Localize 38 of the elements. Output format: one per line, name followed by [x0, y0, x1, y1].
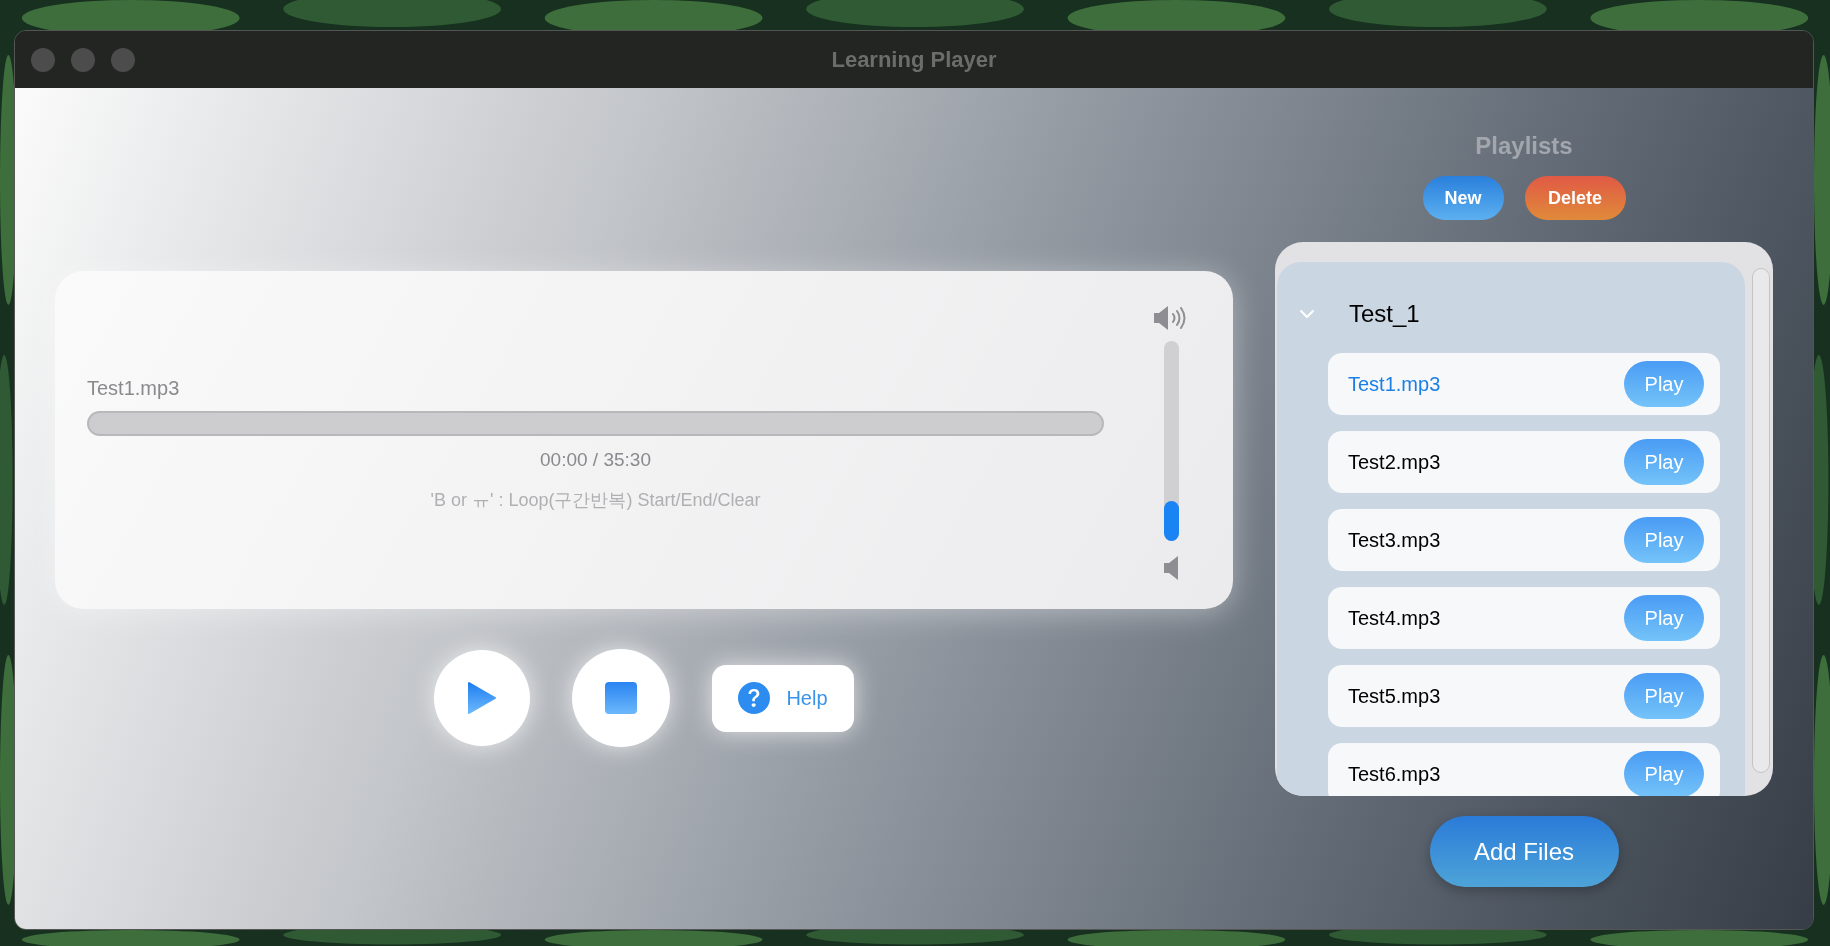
- track-play-button[interactable]: Play: [1624, 439, 1704, 485]
- minimize-window-control[interactable]: [71, 47, 95, 72]
- help-button[interactable]: Help: [712, 664, 854, 732]
- track-row[interactable]: Test4.mp3 Play: [1328, 587, 1720, 649]
- track-row[interactable]: Test2.mp3 Play: [1328, 431, 1720, 493]
- scrollbar[interactable]: [1752, 268, 1770, 773]
- close-window-control[interactable]: [31, 47, 55, 72]
- delete-button[interactable]: Delete: [1524, 176, 1626, 220]
- track-name: Test5.mp3: [1348, 684, 1441, 709]
- volume-low-icon: [1163, 555, 1179, 581]
- playlist-name: Test_1: [1349, 299, 1420, 329]
- track-name: Test6.mp3: [1348, 762, 1441, 787]
- window-title: Learning Player: [831, 46, 997, 74]
- add-files-button[interactable]: Add Files: [1429, 816, 1619, 887]
- track-row[interactable]: Test1.mp3 Play: [1328, 353, 1720, 415]
- track-row[interactable]: Test5.mp3 Play: [1328, 665, 1720, 727]
- track-name: Test1.mp3: [1348, 372, 1441, 397]
- loop-hint: 'B or ㅠ' : Loop(구간반복) Start/End/Clear: [430, 488, 761, 512]
- track-name: Test3.mp3: [1348, 528, 1441, 553]
- volume-slider[interactable]: [1163, 341, 1179, 541]
- track-play-button[interactable]: Play: [1624, 673, 1704, 719]
- track-name: Test2.mp3: [1348, 450, 1441, 475]
- zoom-window-control[interactable]: [111, 47, 135, 72]
- file-name: Test1.mp3: [87, 376, 181, 401]
- track-play-button[interactable]: Play: [1624, 361, 1704, 407]
- track-play-button[interactable]: Play: [1624, 517, 1704, 563]
- time-readout: 00:00 / 35:30: [540, 448, 651, 472]
- track-row[interactable]: Test6.mp3 Play: [1328, 743, 1720, 796]
- new-button[interactable]: New: [1422, 176, 1504, 220]
- stop-icon: [605, 682, 638, 714]
- track-row[interactable]: Test3.mp3 Play: [1328, 509, 1720, 571]
- playlists-heading: Playlists: [1475, 131, 1573, 161]
- track-play-button[interactable]: Play: [1624, 595, 1704, 641]
- play-icon: [467, 681, 498, 715]
- help-icon: [738, 682, 771, 714]
- progress-bar[interactable]: [87, 411, 1104, 436]
- track-name: Test4.mp3: [1348, 606, 1441, 631]
- track-play-button[interactable]: Play: [1624, 751, 1704, 796]
